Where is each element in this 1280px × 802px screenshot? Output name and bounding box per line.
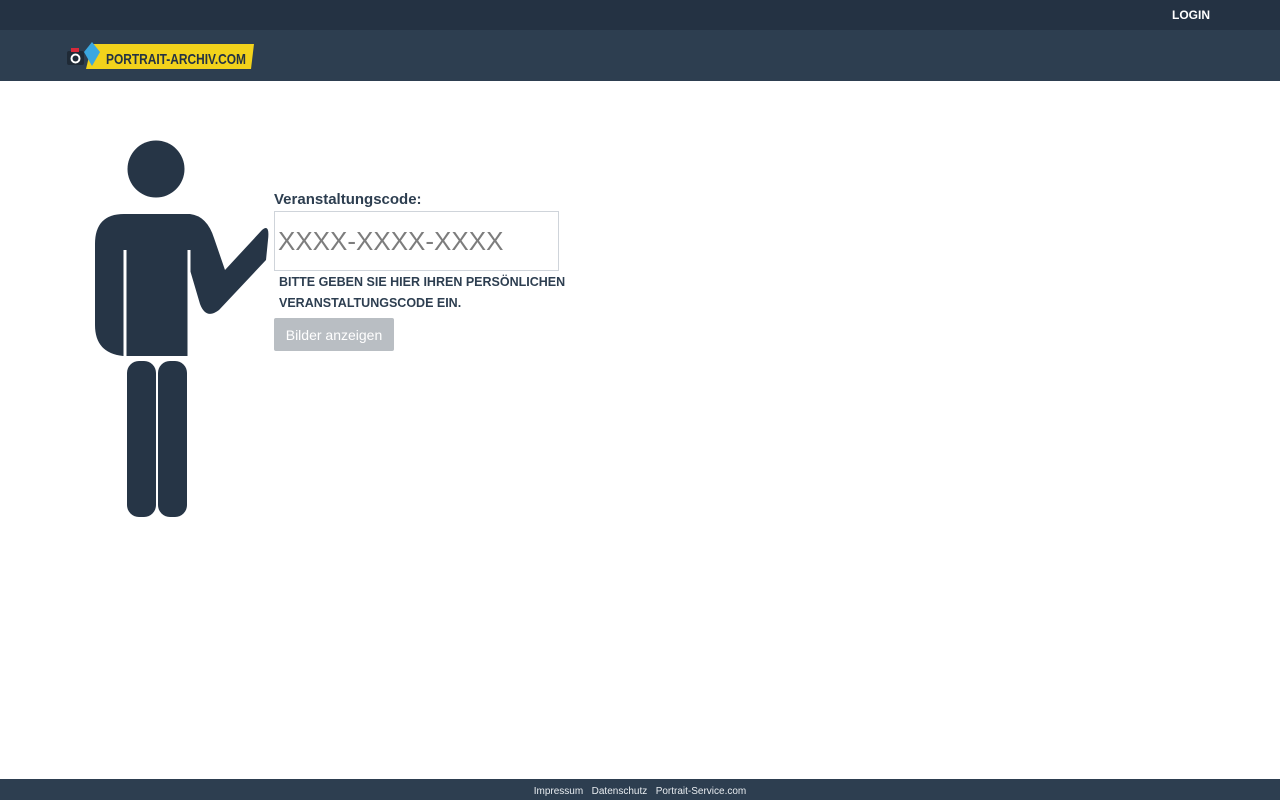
camera-icon (67, 48, 84, 65)
logo-graphic: PORTRAIT-ARCHIV.COM (67, 42, 254, 69)
person-pointing-icon (95, 140, 269, 517)
footer-link-datenschutz[interactable]: Datenschutz (592, 786, 648, 797)
event-code-hint: BITTE GEBEN SIE HIER IHREN PERSÖNLICHEN … (279, 275, 566, 310)
site-logo[interactable]: PORTRAIT-ARCHIV.COM (64, 40, 256, 70)
login-link[interactable]: LOGIN (1172, 8, 1210, 22)
footer: Impressum Datenschutz Portrait-Service.c… (0, 779, 1280, 800)
logo-text: PORTRAIT-ARCHIV.COM (106, 51, 246, 68)
show-images-button[interactable]: Bilder anzeigen (274, 318, 394, 351)
footer-link-portrait-service[interactable]: Portrait-Service.com (656, 786, 747, 797)
event-code-input[interactable] (274, 211, 559, 271)
top-bar: LOGIN (0, 0, 1280, 30)
event-code-label: Veranstaltungscode: (274, 191, 422, 208)
footer-link-impressum[interactable]: Impressum (534, 786, 583, 797)
